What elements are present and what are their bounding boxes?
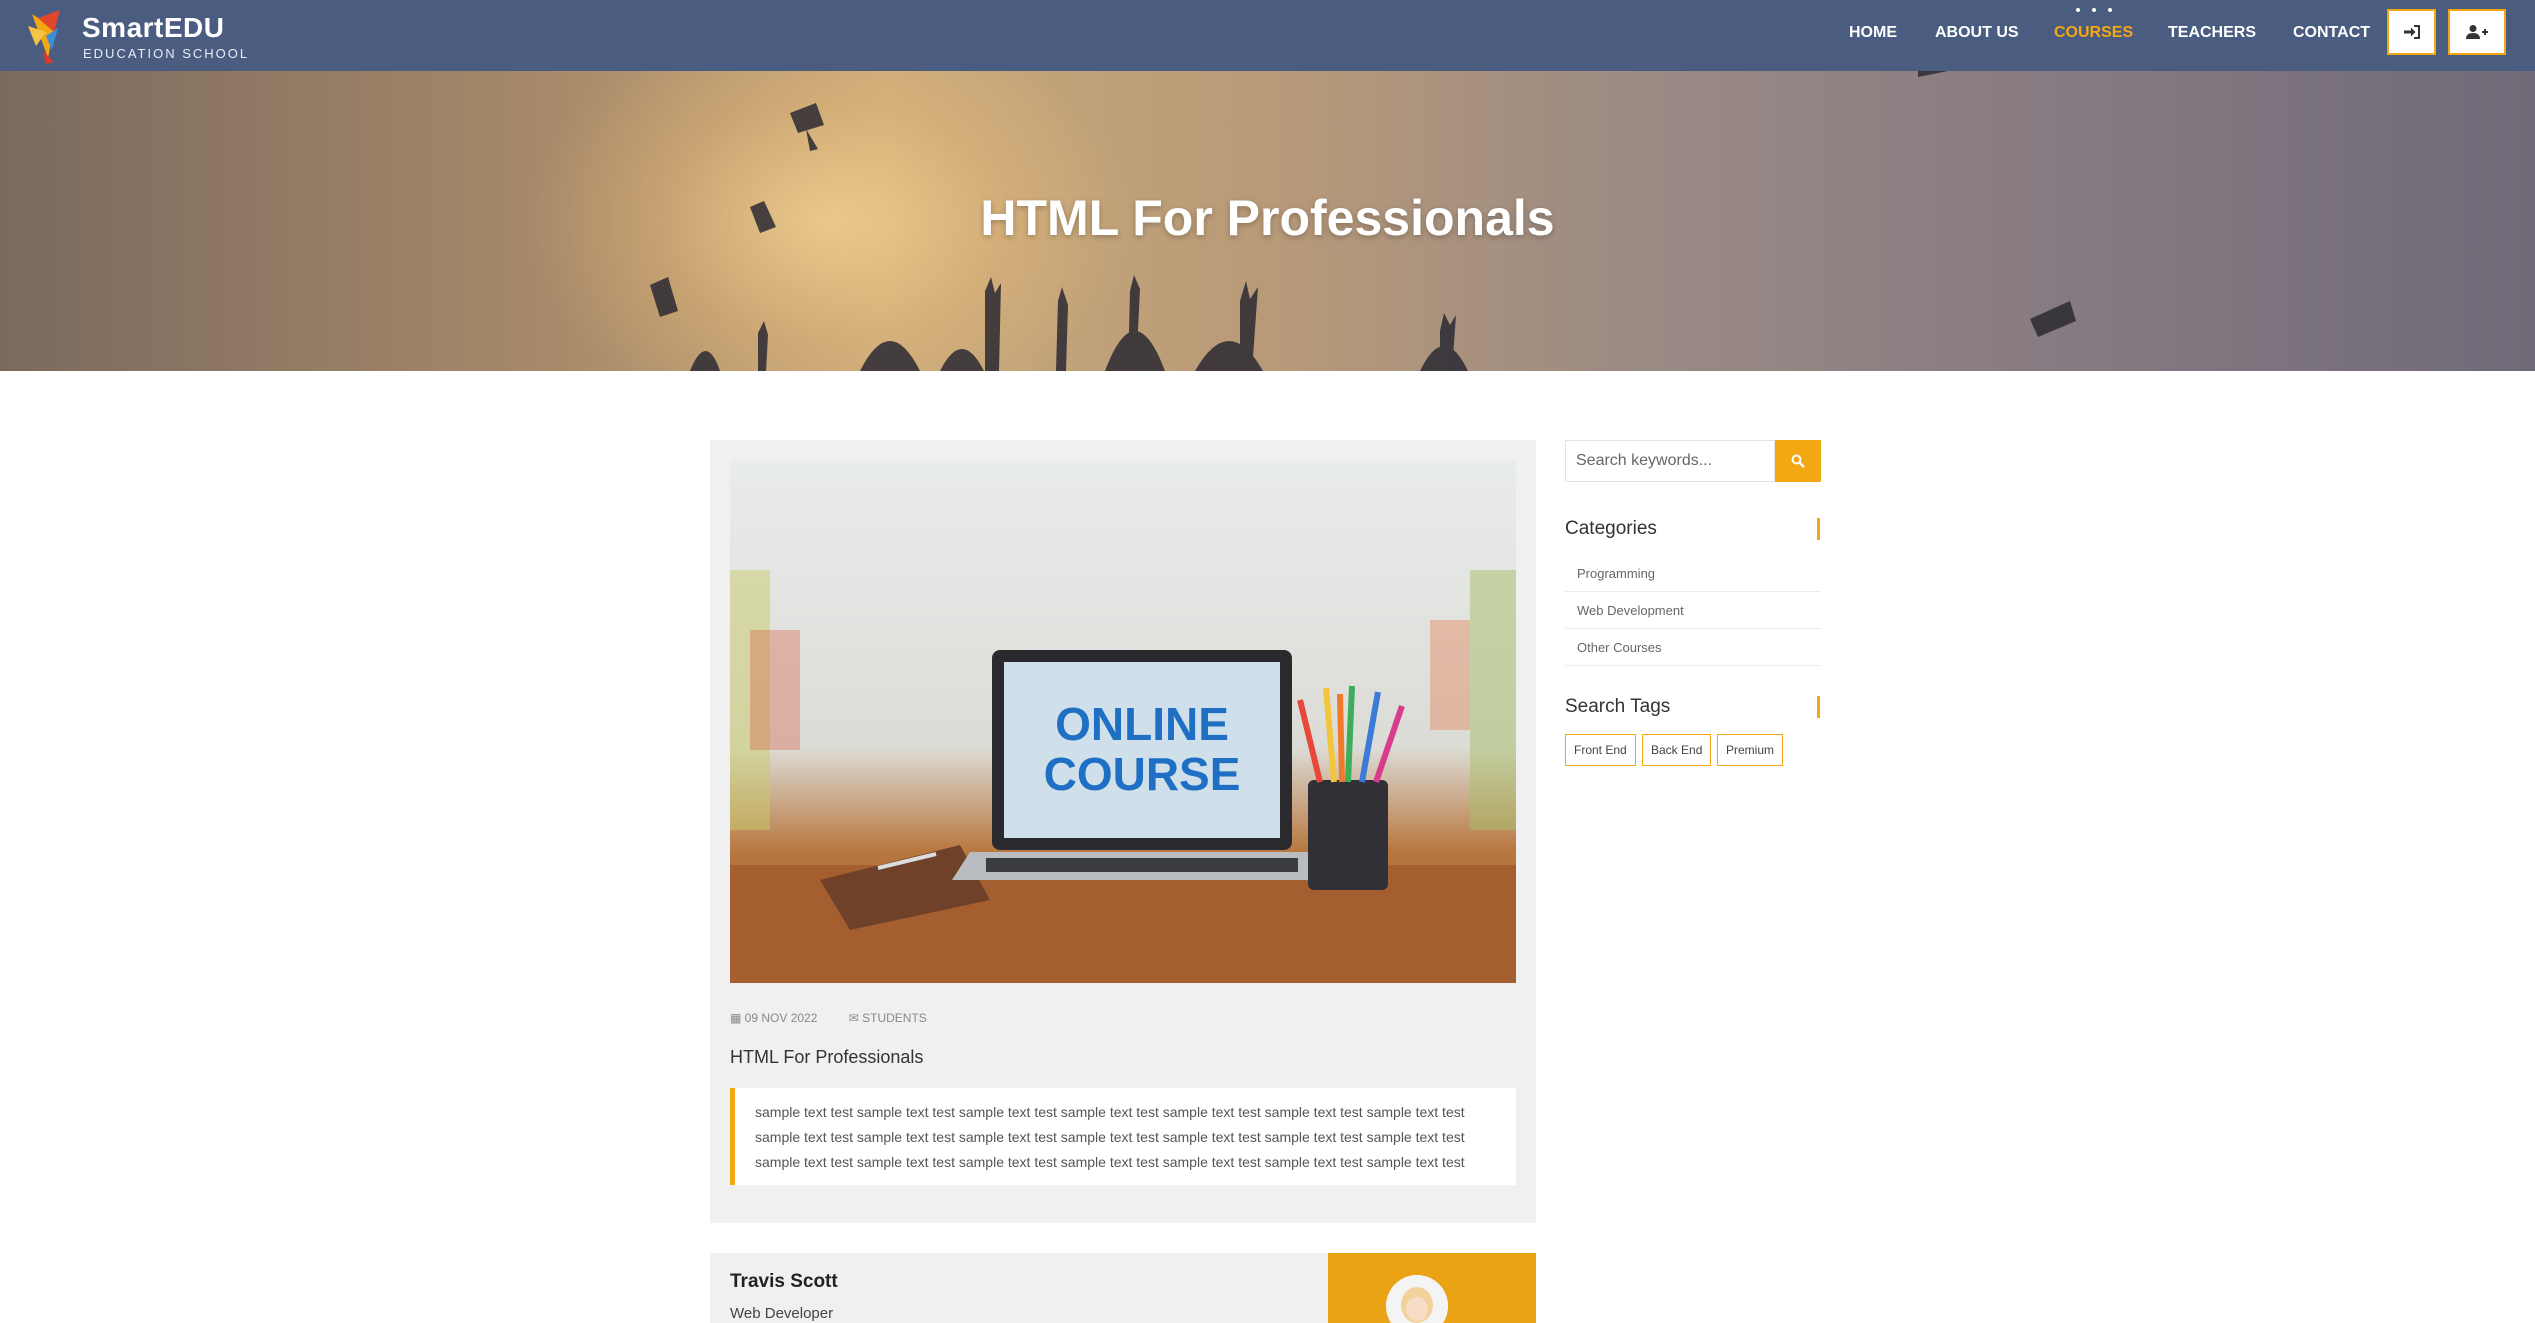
nav-teachers[interactable]: TEACHERS: [2168, 24, 2256, 42]
online-course-laptop-image: ONLINE COURSE: [730, 570, 1516, 983]
author-card: Travis Scott Web Developer: [710, 1253, 1536, 1323]
category-other-courses[interactable]: Other Courses: [1565, 629, 1821, 666]
search-button[interactable]: [1775, 440, 1821, 482]
post-title: HTML For Professionals: [730, 1047, 924, 1067]
categories-title: Categories: [1565, 518, 1657, 539]
course-post-card: ONLINE COURSE ▦ 09 NOV 2022 ✉ STUDENTS H…: [710, 440, 1536, 1223]
sign-in-icon: [2403, 25, 2420, 39]
tag-back-end[interactable]: Back End: [1642, 734, 1712, 766]
top-navbar: SmartEDU EDUCATION SCHOOL HOME ABOUT US …: [0, 0, 2535, 71]
author-role: Web Developer: [730, 1305, 834, 1322]
search-input[interactable]: [1565, 440, 1775, 482]
post-category[interactable]: ✉ STUDENTS: [849, 1011, 941, 1025]
brand-tagline: EDUCATION SCHOOL: [83, 46, 250, 61]
brand-logo[interactable]: SmartEDU EDUCATION SCHOOL: [24, 6, 284, 66]
tag-front-end[interactable]: Front End: [1565, 734, 1636, 766]
user-plus-icon: [2466, 25, 2488, 39]
login-button[interactable]: [2387, 9, 2436, 55]
brand-name: SmartEDU: [82, 12, 225, 43]
post-date: ▦ 09 NOV 2022: [730, 1011, 818, 1025]
sidebar-search: [1565, 440, 1821, 482]
image-text-line-2: COURSE: [1044, 748, 1241, 800]
tags-accent-bar: [1817, 696, 1820, 718]
tags-title: Search Tags: [1565, 696, 1671, 717]
post-meta: ▦ 09 NOV 2022 ✉ STUDENTS: [730, 1011, 955, 1025]
author-avatar: [1386, 1275, 1448, 1323]
active-nav-indicator: [2074, 8, 2114, 14]
nav-courses[interactable]: COURSES: [2054, 24, 2133, 42]
hero-banner: HTML For Professionals: [0, 71, 2535, 371]
categories-accent-bar: [1817, 518, 1820, 540]
search-icon: [1791, 454, 1805, 468]
category-programming[interactable]: Programming: [1565, 555, 1821, 592]
register-button[interactable]: [2448, 9, 2506, 55]
category-web-development[interactable]: Web Development: [1565, 592, 1821, 629]
bird-logo-icon: [28, 10, 60, 64]
tag-premium[interactable]: Premium: [1717, 734, 1784, 766]
author-name: Travis Scott: [730, 1271, 838, 1292]
post-body-quote: sample text test sample text test sample…: [730, 1088, 1516, 1185]
image-text-line-1: ONLINE: [1055, 698, 1229, 750]
page-title: HTML For Professionals: [980, 190, 1555, 246]
author-photo-panel: [1328, 1253, 1536, 1323]
nav-home[interactable]: HOME: [1849, 24, 1897, 42]
nav-about-us[interactable]: ABOUT US: [1935, 24, 2019, 42]
nav-contact[interactable]: CONTACT: [2293, 24, 2370, 42]
course-image: ONLINE COURSE: [730, 460, 1516, 983]
